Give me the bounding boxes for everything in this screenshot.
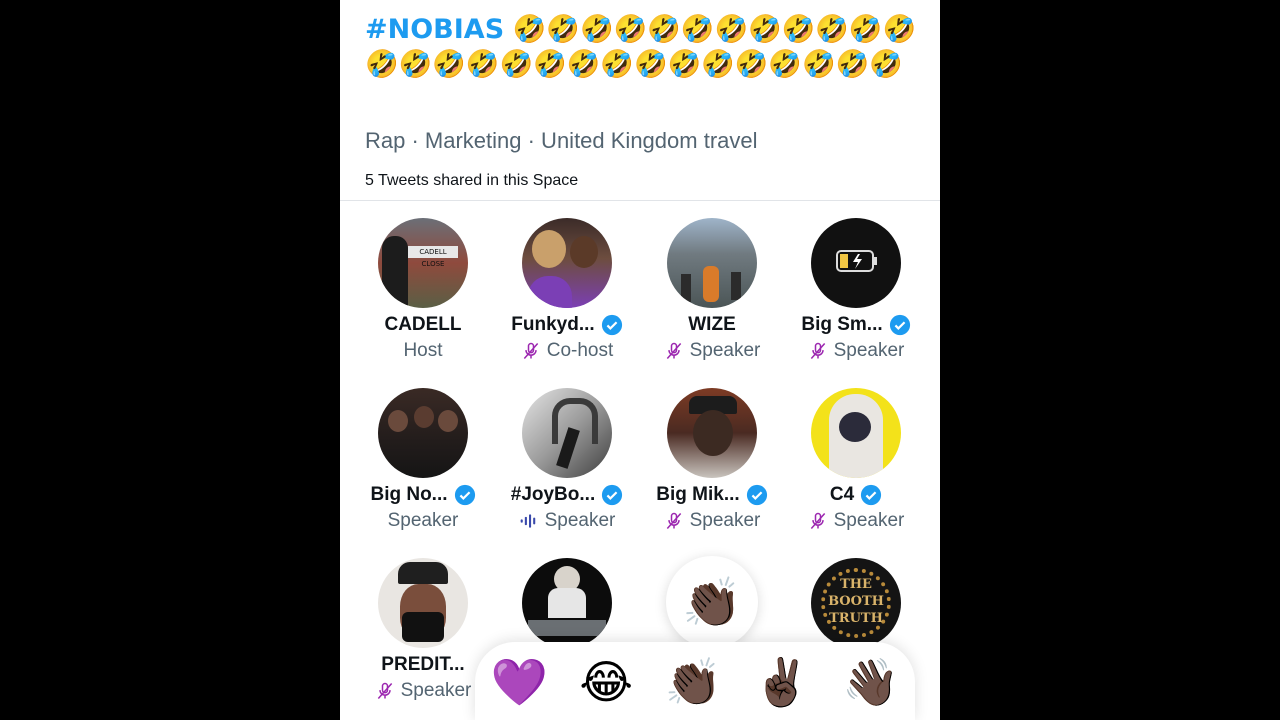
participant-role: Speaker	[544, 510, 616, 531]
muted-mic-icon	[810, 342, 825, 359]
participant-role: Speaker	[689, 510, 761, 531]
clap-icon: 👏🏿	[682, 574, 742, 631]
participant-name: Big Mik...	[656, 484, 740, 505]
space-topics[interactable]: Rap · Marketing · United Kingdom travel	[365, 128, 758, 154]
participant-role: Speaker	[833, 510, 905, 531]
participant-joybo[interactable]: #JoyBo... Speaker	[495, 388, 639, 532]
avatar	[667, 388, 757, 478]
participant-cadell[interactable]: CADELL CLOSE CADELL Host	[351, 218, 495, 362]
participant-role: Speaker	[400, 680, 472, 701]
hashtag-link[interactable]: #NOBIAS	[365, 14, 504, 45]
avatar	[522, 218, 612, 308]
verified-badge-icon	[454, 484, 475, 506]
participant-name: Big No...	[370, 484, 448, 505]
verified-badge-icon	[889, 314, 910, 336]
speaking-indicator-icon	[520, 514, 535, 528]
participant-c4[interactable]: C4 Speaker	[784, 388, 928, 532]
heart-reaction-button[interactable]: 💜	[491, 659, 548, 705]
avatar: CADELL CLOSE	[378, 218, 468, 308]
participant-funkyd[interactable]: Funkyd... Co-host	[495, 218, 639, 362]
battery-charging-icon	[836, 250, 877, 272]
participant-big-no[interactable]: Big No... Speaker	[351, 388, 495, 532]
muted-mic-icon	[377, 682, 392, 699]
wave-reaction-button[interactable]: 👋🏿	[842, 659, 899, 705]
participant-big-mik[interactable]: Big Mik... Speaker	[640, 388, 784, 532]
space-title: #NOBIAS 🤣🤣🤣🤣🤣🤣🤣🤣🤣🤣🤣🤣🤣🤣🤣🤣🤣🤣🤣🤣🤣🤣🤣🤣🤣🤣🤣🤣	[365, 12, 925, 82]
participant-name: Funkyd...	[511, 314, 595, 335]
participant-name: Big Sm...	[801, 314, 883, 335]
avatar	[667, 218, 757, 308]
participant-name: C4	[829, 484, 855, 505]
avatar	[378, 558, 468, 648]
participant-wize[interactable]: WIZE Speaker	[640, 218, 784, 362]
participant-role: Speaker	[387, 510, 459, 531]
participant-predit[interactable]: PREDIT... Speaker	[351, 558, 495, 702]
muted-mic-icon	[523, 342, 538, 359]
participant-role: Co-host	[546, 340, 614, 361]
space-panel: #NOBIAS 🤣🤣🤣🤣🤣🤣🤣🤣🤣🤣🤣🤣🤣🤣🤣🤣🤣🤣🤣🤣🤣🤣🤣🤣🤣🤣🤣🤣 Rap…	[340, 0, 940, 720]
participant-role: Host	[403, 340, 443, 361]
participant-name: CADELL	[384, 314, 462, 335]
peace-reaction-button[interactable]: ✌🏿	[753, 659, 810, 705]
verified-badge-icon	[601, 314, 622, 336]
verified-badge-icon	[861, 484, 882, 506]
participant-big-sm[interactable]: Big Sm... Speaker	[784, 218, 928, 362]
clap-reaction-popup: 👏🏿	[666, 556, 758, 648]
muted-mic-icon	[666, 342, 681, 359]
participant-name: WIZE	[688, 314, 736, 335]
avatar: THE BOOTH TRUTH	[811, 558, 901, 648]
participant-name: #JoyBo...	[510, 484, 596, 505]
reaction-bar: 💜 😂 👏🏿 ✌🏿 👋🏿	[475, 642, 915, 720]
participant-booth-of-truth[interactable]: THE BOOTH TRUTH	[784, 558, 928, 648]
avatar	[378, 388, 468, 478]
participant-role: Speaker	[833, 340, 905, 361]
avatar	[522, 388, 612, 478]
participant-role: Speaker	[689, 340, 761, 361]
avatar	[811, 218, 901, 308]
participant-name: PREDIT...	[381, 654, 465, 675]
laugh-reaction-button[interactable]: 😂	[579, 659, 633, 705]
avatar	[811, 388, 901, 478]
muted-mic-icon	[666, 512, 681, 529]
participant-dj[interactable]	[495, 558, 639, 648]
divider	[340, 200, 940, 201]
avatar	[522, 558, 612, 648]
clap-reaction-button[interactable]: 👏🏿	[665, 659, 722, 705]
verified-badge-icon	[746, 484, 767, 506]
tweets-shared-link[interactable]: 5 Tweets shared in this Space	[365, 172, 578, 190]
verified-badge-icon	[602, 484, 623, 506]
muted-mic-icon	[810, 512, 825, 529]
